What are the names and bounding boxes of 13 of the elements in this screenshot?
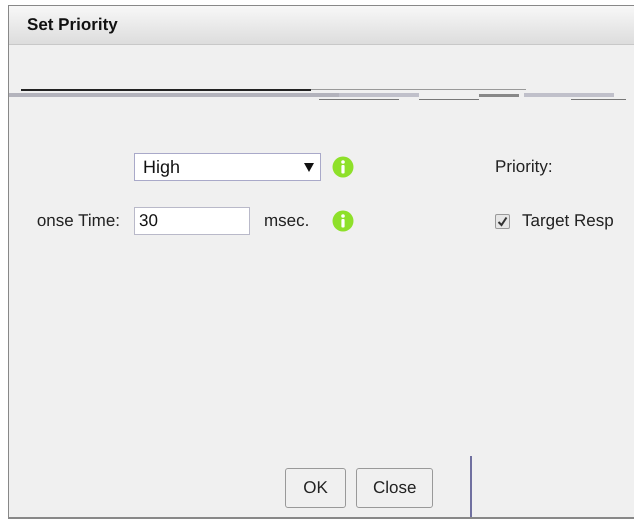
field-label: onse Time: (36, 211, 120, 230)
dialog-title: Set Priority (27, 15, 118, 35)
field-label: Priority: (495, 157, 553, 177)
dialog-button[interactable]: OK (285, 468, 346, 508)
dialog-button[interactable]: Close (356, 468, 434, 508)
response-time-field[interactable]: 30 (134, 207, 250, 235)
unit-label: msec. (264, 211, 310, 231)
info-icon[interactable] (332, 210, 354, 232)
checkbox[interactable] (495, 214, 510, 228)
info-icon[interactable] (332, 156, 354, 178)
caret-icon (304, 162, 314, 172)
checkbox-label: Target Resp (522, 211, 614, 231)
priority-dropdown[interactable]: High (134, 153, 321, 181)
